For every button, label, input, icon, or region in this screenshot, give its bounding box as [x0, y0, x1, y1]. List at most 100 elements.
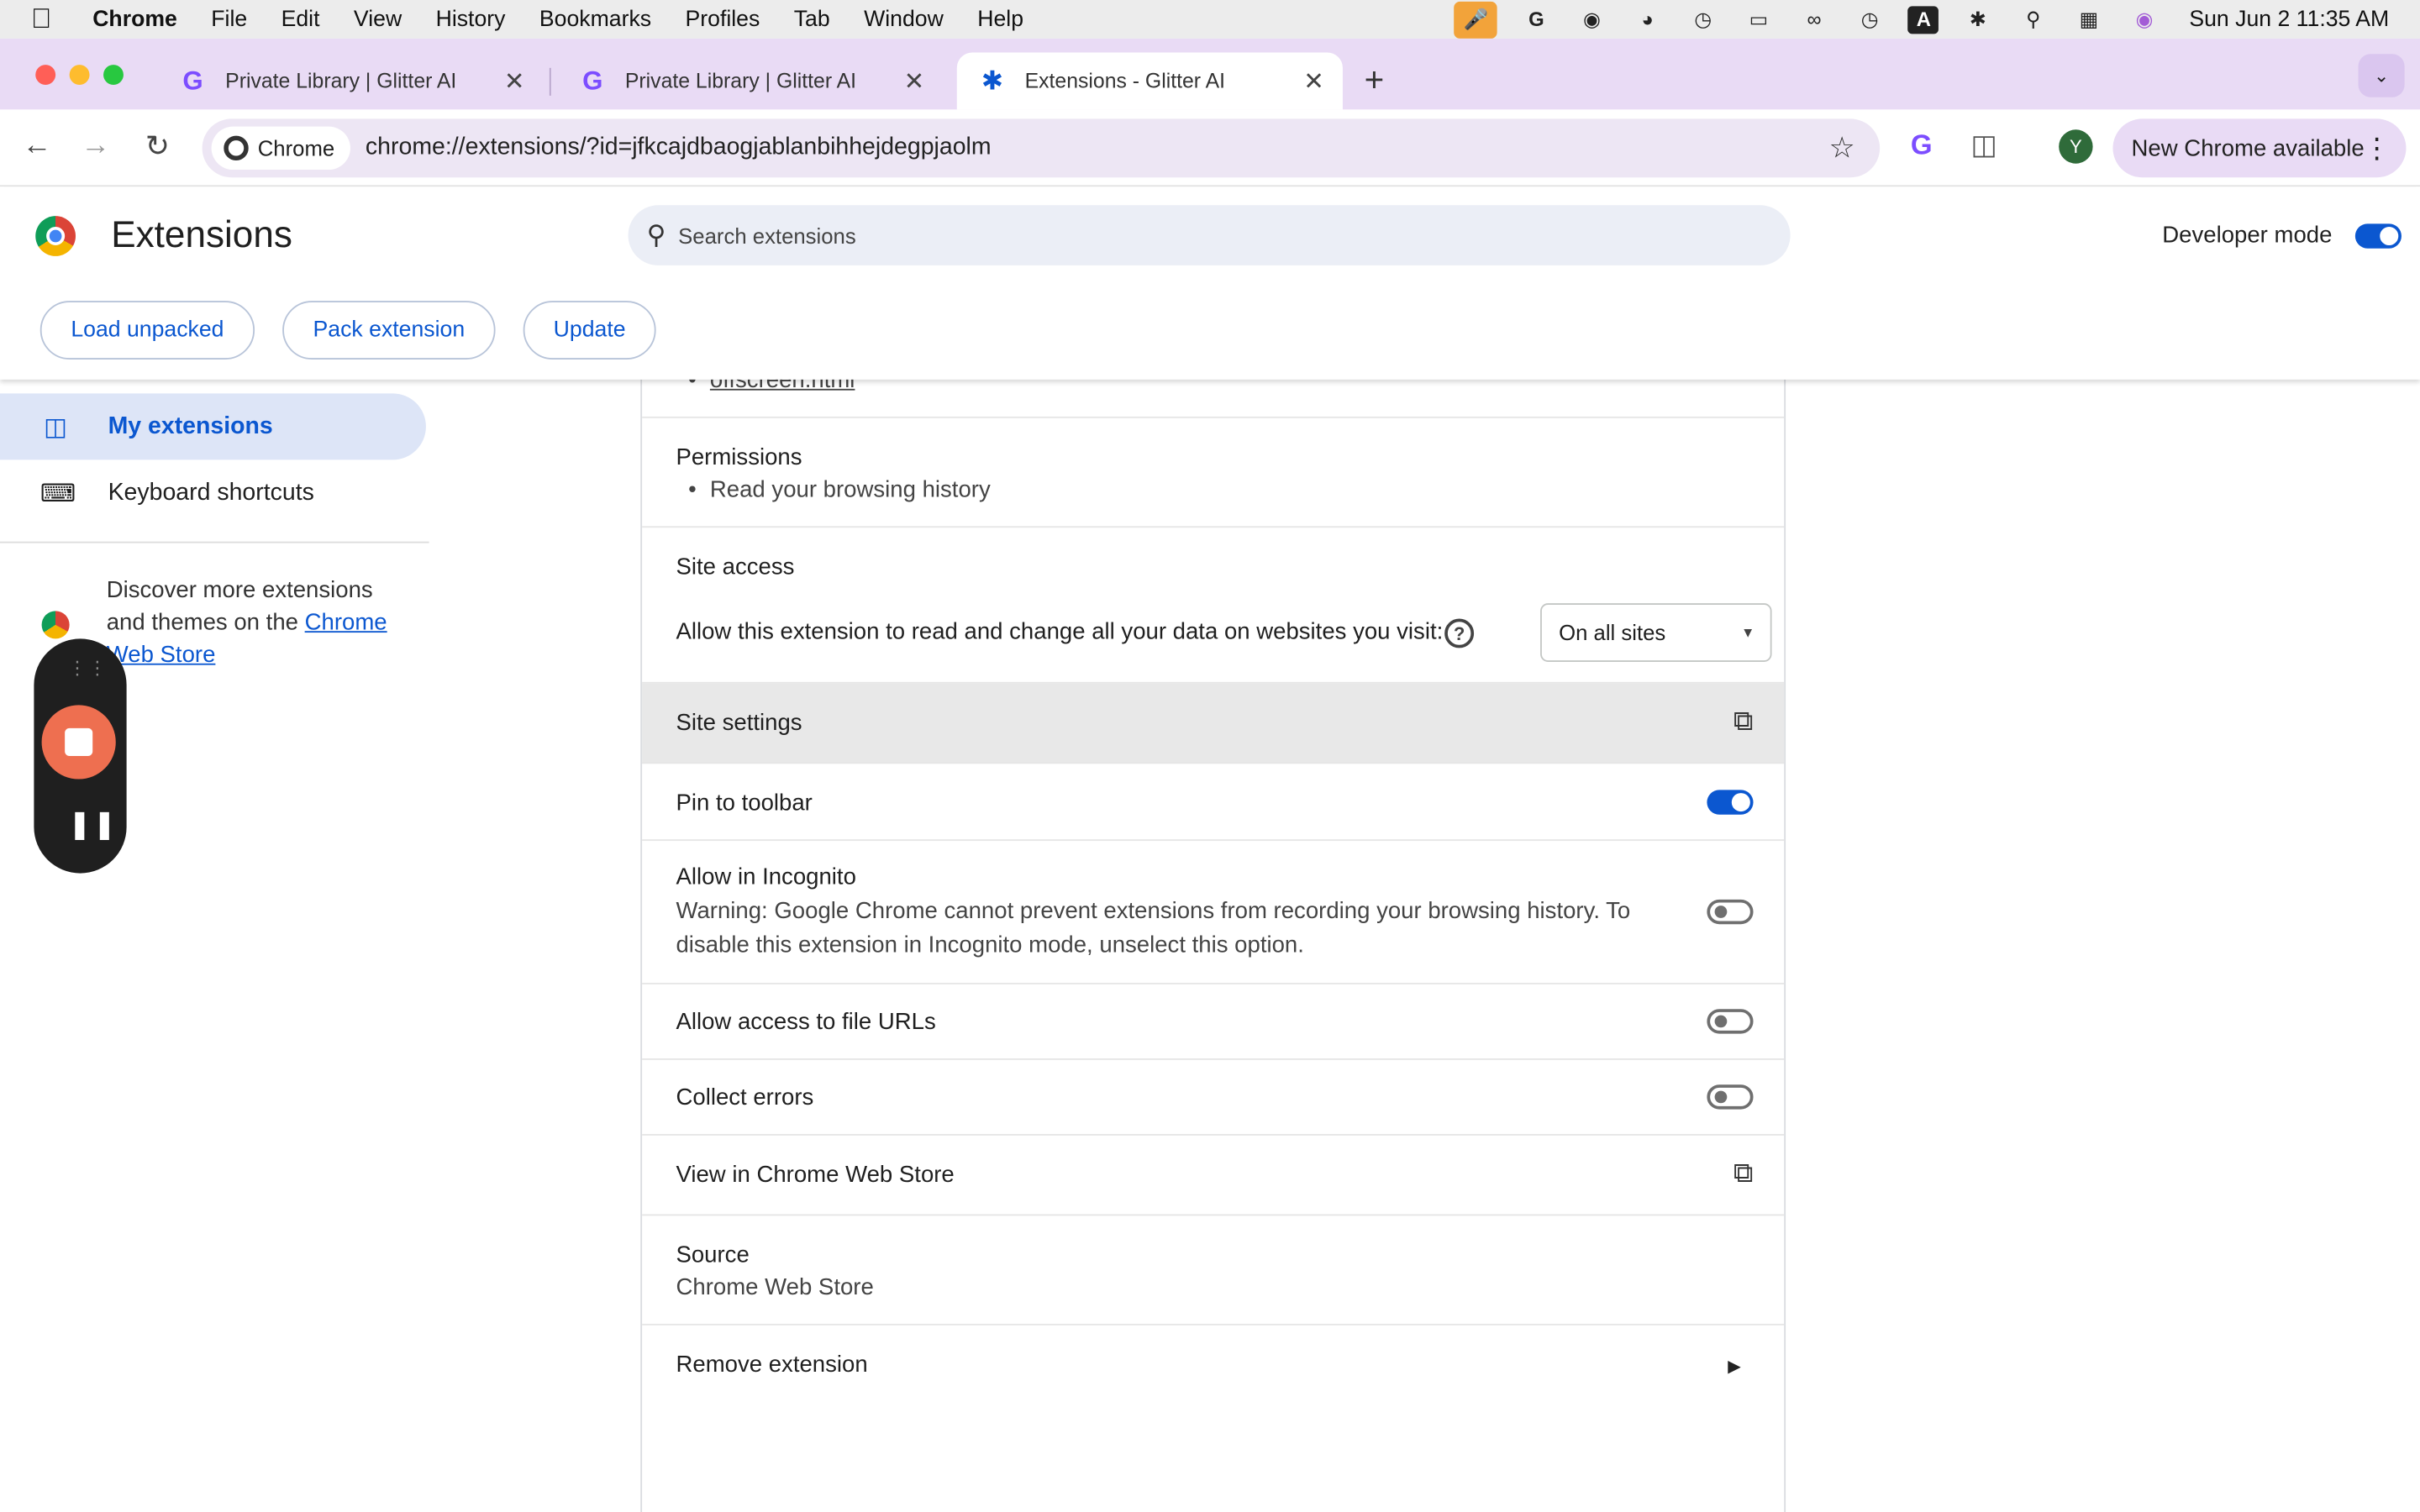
window-controls: [35, 65, 137, 86]
views-row: • offscreen.html: [642, 367, 1785, 418]
address-bar[interactable]: Chrome chrome://extensions/?id=jfkcajdba…: [202, 118, 1881, 178]
menu-bookmarks[interactable]: Bookmarks: [539, 7, 651, 31]
extensions-puzzle-icon[interactable]: ◫: [1971, 129, 1997, 162]
menubar-clock[interactable]: Sun Jun 2 11:35 AM: [2189, 7, 2389, 31]
collect-errors-label: Collect errors: [676, 1084, 814, 1111]
tab-private-library-2[interactable]: G Private Library | Glitter AI ✕: [557, 52, 943, 109]
puzzle-icon: ◫: [44, 414, 68, 441]
chrome-web-store-icon: [41, 611, 70, 639]
microphone-icon[interactable]: 🎤: [1455, 0, 1498, 38]
incognito-warning: Warning: Google Chrome cannot prevent ex…: [676, 897, 1631, 958]
site-settings-row[interactable]: Site settings ⧉: [642, 683, 1785, 764]
sidebar-item-my-extensions[interactable]: ◫ My extensions: [0, 393, 426, 460]
open-in-new-icon[interactable]: ⧉: [1733, 1158, 1754, 1190]
dropdown-caret-icon: ▼: [1740, 624, 1755, 641]
battery-icon[interactable]: ▭: [1742, 5, 1776, 33]
search-icon: ⚲: [646, 219, 666, 249]
close-icon[interactable]: ✕: [904, 66, 925, 97]
pack-extension-button[interactable]: Pack extension: [282, 301, 496, 360]
incognito-toggle[interactable]: [1707, 899, 1754, 925]
control-center-icon[interactable]: ▦: [2072, 5, 2106, 33]
pause-icon[interactable]: ❚❚: [68, 808, 118, 841]
load-unpacked-button[interactable]: Load unpacked: [39, 301, 255, 360]
zoom-window-button[interactable]: [103, 65, 124, 86]
spotlight-icon[interactable]: ⚲: [2017, 5, 2050, 33]
tab-search-chevron-icon[interactable]: ⌄: [2358, 54, 2405, 97]
menu-view[interactable]: View: [354, 7, 402, 31]
link-icon[interactable]: ∞: [1797, 5, 1831, 33]
sidebar-divider: [0, 541, 429, 543]
stop-recording-button[interactable]: [41, 705, 116, 780]
pin-toolbar-toggle[interactable]: [1707, 790, 1754, 815]
profile-avatar[interactable]: Y: [2059, 129, 2093, 164]
chrome-icon: [224, 135, 249, 161]
menu-tab[interactable]: Tab: [794, 7, 830, 31]
tab-title: Private Library | Glitter AI: [225, 69, 457, 93]
update-button[interactable]: Update: [523, 301, 656, 360]
new-tab-button[interactable]: +: [1365, 60, 1385, 101]
timer-icon[interactable]: ◷: [1686, 5, 1720, 33]
view-in-store-row[interactable]: View in Chrome Web Store ⧉: [642, 1136, 1785, 1216]
glitter-g-icon: G: [582, 66, 603, 95]
remove-extension-label: Remove extension: [676, 1351, 868, 1378]
file-urls-label: Allow access to file URLs: [676, 1009, 936, 1036]
new-chrome-available-button[interactable]: New Chrome available ⋮: [2112, 118, 2407, 178]
permissions-title: Permissions: [676, 444, 802, 471]
menu-history[interactable]: History: [436, 7, 506, 31]
activity-icon[interactable]: ◕: [1630, 5, 1664, 33]
vpn-icon[interactable]: ◉: [1575, 5, 1608, 33]
sidebar: ◫ My extensions ⌨ Keyboard shortcuts Dis…: [0, 380, 432, 1512]
clock-icon[interactable]: ◷: [1853, 5, 1886, 33]
menu-window[interactable]: Window: [864, 7, 944, 31]
bluetooth-icon[interactable]: ✱: [1961, 5, 1995, 33]
discover-text: Discover more extensions and themes on t…: [107, 574, 415, 671]
forward-arrow-icon[interactable]: →: [77, 129, 114, 163]
developer-mode-toggle[interactable]: [2354, 223, 2402, 249]
open-in-new-icon[interactable]: ⧉: [1733, 705, 1754, 738]
menu-file[interactable]: File: [211, 7, 247, 31]
menu-profiles[interactable]: Profiles: [686, 7, 760, 31]
close-icon[interactable]: ✕: [1303, 66, 1324, 97]
sidebar-item-keyboard-shortcuts[interactable]: ⌨ Keyboard shortcuts: [0, 459, 426, 526]
site-access-title: Site access: [676, 554, 795, 580]
pin-toolbar-label: Pin to toolbar: [676, 790, 813, 816]
site-access-description: Allow this extension to read and change …: [676, 618, 1444, 645]
reload-icon[interactable]: ↻: [139, 129, 176, 165]
help-icon[interactable]: ?: [1444, 618, 1475, 648]
bookmark-star-icon[interactable]: ☆: [1828, 131, 1854, 166]
arrow-right-icon[interactable]: ▶: [1728, 1356, 1741, 1376]
tab-private-library-1[interactable]: G Private Library | Glitter AI ✕: [157, 52, 543, 109]
menu-edit[interactable]: Edit: [281, 7, 320, 31]
siri-icon[interactable]: ◉: [2128, 5, 2161, 33]
browser-toolbar: ← → ↻ Chrome chrome://extensions/?id=jfk…: [0, 109, 2420, 187]
close-icon[interactable]: ✕: [504, 66, 525, 97]
file-urls-row: Allow access to file URLs: [642, 984, 1785, 1060]
tab-extensions[interactable]: ✱ Extensions - Glitter AI ✕: [956, 52, 1343, 110]
drag-handle-icon[interactable]: ⋮⋮: [68, 657, 108, 679]
file-urls-toggle[interactable]: [1707, 1009, 1754, 1034]
search-extensions-input[interactable]: ⚲ Search extensions: [628, 205, 1791, 265]
close-window-button[interactable]: [35, 65, 56, 86]
menu-help[interactable]: Help: [977, 7, 1023, 31]
apple-icon[interactable]: : [31, 3, 62, 36]
glitter-extension-icon[interactable]: G: [1911, 129, 1933, 162]
minimize-window-button[interactable]: [69, 65, 90, 86]
source-title: Source: [676, 1242, 750, 1268]
chrome-logo-icon: [35, 216, 76, 256]
site-access-row: Site access Allow this extension to read…: [642, 528, 1785, 684]
site-access-select[interactable]: On all sites ▼: [1540, 603, 1772, 662]
menu-app[interactable]: Chrome: [92, 7, 177, 31]
keyboard-icon: ⌨: [39, 480, 76, 507]
collect-errors-toggle[interactable]: [1707, 1084, 1754, 1110]
tab-strip: G Private Library | Glitter AI ✕ G Priva…: [0, 38, 2420, 110]
back-arrow-icon[interactable]: ←: [18, 129, 55, 163]
sidebar-item-label: Keyboard shortcuts: [108, 479, 314, 506]
remove-extension-row[interactable]: Remove extension ▶: [642, 1326, 1784, 1406]
site-info-chip[interactable]: Chrome: [211, 126, 350, 171]
extension-details-card: • offscreen.html Permissions • Read your…: [640, 367, 1786, 1512]
keyboard-input-icon[interactable]: A: [1908, 5, 1939, 34]
source-row: Source Chrome Web Store: [642, 1215, 1785, 1326]
url-text[interactable]: chrome://extensions/?id=jfkcajdbaogjabla…: [366, 134, 992, 162]
more-vert-icon[interactable]: ⋮: [2363, 132, 2391, 165]
grammarly-icon[interactable]: G: [1519, 5, 1553, 33]
